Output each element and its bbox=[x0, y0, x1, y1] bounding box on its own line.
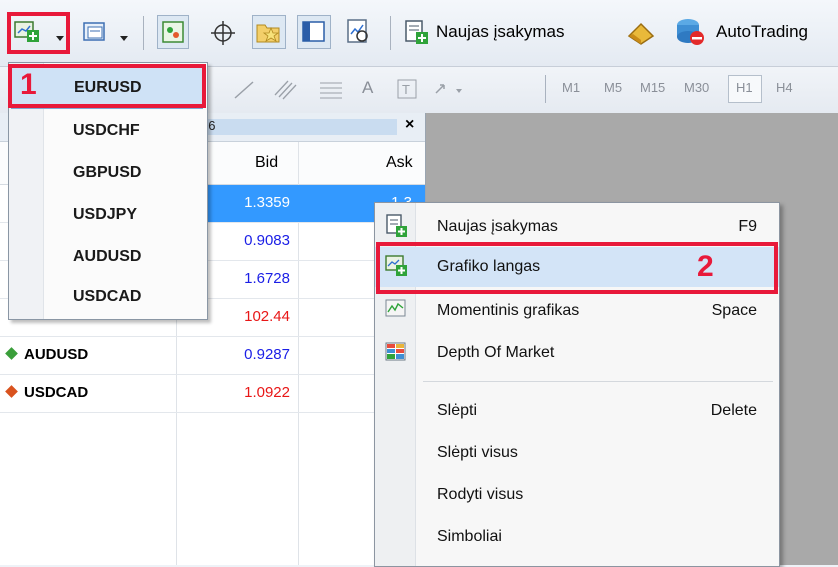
callout-box-chart-window bbox=[376, 242, 778, 294]
menu-item-label: GBPUSD bbox=[73, 164, 142, 181]
symbol-name: USDCAD bbox=[24, 384, 89, 401]
market-watch-toggle[interactable] bbox=[157, 15, 189, 49]
timeframe-m15[interactable]: M15 bbox=[640, 80, 665, 95]
menu-item-usdchf[interactable]: USDCHF bbox=[9, 111, 207, 151]
menu-item-usdcad[interactable]: USDCAD bbox=[9, 277, 207, 317]
timeframe-m5[interactable]: M5 bbox=[604, 80, 622, 95]
menu-item-audusd[interactable]: AUDUSD bbox=[9, 237, 207, 277]
navigator-toggle[interactable] bbox=[252, 15, 286, 49]
menu-item-label: Naujas įsakymas bbox=[437, 218, 558, 235]
menu-item-hide-all[interactable]: Slėpti visus bbox=[375, 433, 779, 473]
timeframe-h1[interactable]: H1 bbox=[736, 80, 753, 95]
menu-item-shortcut: F9 bbox=[738, 218, 757, 235]
main-toolbar: Naujas įsakymas AutoTrading bbox=[0, 0, 838, 67]
fibonacci-icon[interactable] bbox=[318, 78, 344, 102]
navigator-folder-icon bbox=[256, 24, 280, 43]
timeframe-h4[interactable]: H4 bbox=[776, 80, 793, 95]
callout-box-eurusd bbox=[8, 64, 206, 108]
menu-item-new-order[interactable]: Naujas įsakymas F9 bbox=[375, 207, 779, 247]
price-up-icon bbox=[5, 347, 18, 360]
timeframe-m1[interactable]: M1 bbox=[562, 80, 580, 95]
menu-item-gbpusd[interactable]: GBPUSD bbox=[9, 153, 207, 193]
menu-item-label: Slėpti bbox=[437, 402, 478, 419]
text-label-icon[interactable]: T bbox=[396, 78, 418, 100]
new-order-label: Naujas įsakymas bbox=[436, 22, 565, 41]
profiles-icon bbox=[83, 22, 105, 41]
channel-icon[interactable] bbox=[272, 77, 300, 103]
menu-item-label: Simboliai bbox=[437, 528, 502, 545]
column-bid[interactable]: Bid bbox=[255, 154, 278, 172]
autotrading-icon bbox=[677, 19, 704, 45]
depth-of-market-icon bbox=[385, 342, 406, 361]
menu-item-shortcut: Delete bbox=[710, 402, 757, 419]
callout-box-new-chart bbox=[7, 12, 70, 54]
text-tool-icon[interactable]: A bbox=[362, 78, 373, 98]
navigator-crosshair-icon[interactable] bbox=[210, 20, 236, 46]
strategy-tester-icon[interactable] bbox=[345, 18, 373, 46]
symbol-name: AUDUSD bbox=[24, 346, 89, 363]
menu-item-symbols[interactable]: Simboliai bbox=[375, 517, 779, 557]
menu-item-label: Slėpti visus bbox=[437, 444, 518, 461]
menu-item-show-all[interactable]: Rodyti visus bbox=[375, 475, 779, 515]
menu-item-label: USDJPY bbox=[73, 206, 138, 223]
price-down-icon bbox=[5, 385, 18, 398]
autotrading-label: AutoTrading bbox=[716, 22, 808, 41]
trendline-icon[interactable] bbox=[232, 79, 256, 101]
chevron-down-icon bbox=[120, 36, 128, 41]
new-order-button[interactable]: Naujas įsakymas bbox=[402, 15, 612, 49]
menu-item-label: Rodyti visus bbox=[437, 486, 524, 503]
menu-item-shortcut: Space bbox=[711, 302, 757, 319]
menu-item-hide[interactable]: Slėpti Delete bbox=[375, 391, 779, 431]
timeframe-m30[interactable]: M30 bbox=[684, 80, 709, 95]
table-row[interactable]: AUDUSD 0.9287 0.9 bbox=[0, 337, 425, 375]
terminal-window-icon bbox=[302, 21, 325, 42]
callout-number-1: 1 bbox=[20, 68, 37, 101]
menu-item-depth-of-market[interactable]: Depth Of Market bbox=[375, 333, 779, 373]
arrows-tool-icon[interactable] bbox=[432, 79, 466, 101]
menu-item-label: Momentinis grafikas bbox=[437, 302, 580, 319]
menu-item-label: Depth Of Market bbox=[437, 344, 555, 361]
market-watch-icon bbox=[162, 21, 184, 43]
metaeditor-diamond-icon[interactable] bbox=[626, 20, 656, 46]
menu-item-label: AUDUSD bbox=[73, 248, 142, 265]
bid-value: 0.9287 bbox=[244, 346, 290, 363]
menu-item-usdjpy[interactable]: USDJPY bbox=[9, 195, 207, 235]
menu-item-label: USDCHF bbox=[73, 122, 140, 139]
new-order-icon bbox=[386, 214, 407, 237]
close-icon[interactable]: × bbox=[405, 116, 414, 134]
menu-item-label: USDCAD bbox=[73, 288, 142, 305]
table-row[interactable]: USDCAD 1.0922 1.0 bbox=[0, 375, 425, 413]
column-ask[interactable]: Ask bbox=[386, 154, 413, 172]
new-order-icon bbox=[405, 20, 428, 44]
menu-item-tick-chart[interactable]: Momentinis grafikas Space bbox=[375, 291, 779, 331]
profiles-button[interactable] bbox=[80, 14, 132, 50]
svg-text:T: T bbox=[402, 82, 410, 97]
terminal-toggle[interactable] bbox=[297, 15, 331, 49]
bid-value: 1.0922 bbox=[244, 384, 290, 401]
menu-separator bbox=[423, 381, 773, 382]
autotrading-button[interactable]: AutoTrading bbox=[672, 14, 838, 50]
tick-chart-icon bbox=[385, 299, 406, 317]
callout-number-2: 2 bbox=[697, 250, 714, 283]
